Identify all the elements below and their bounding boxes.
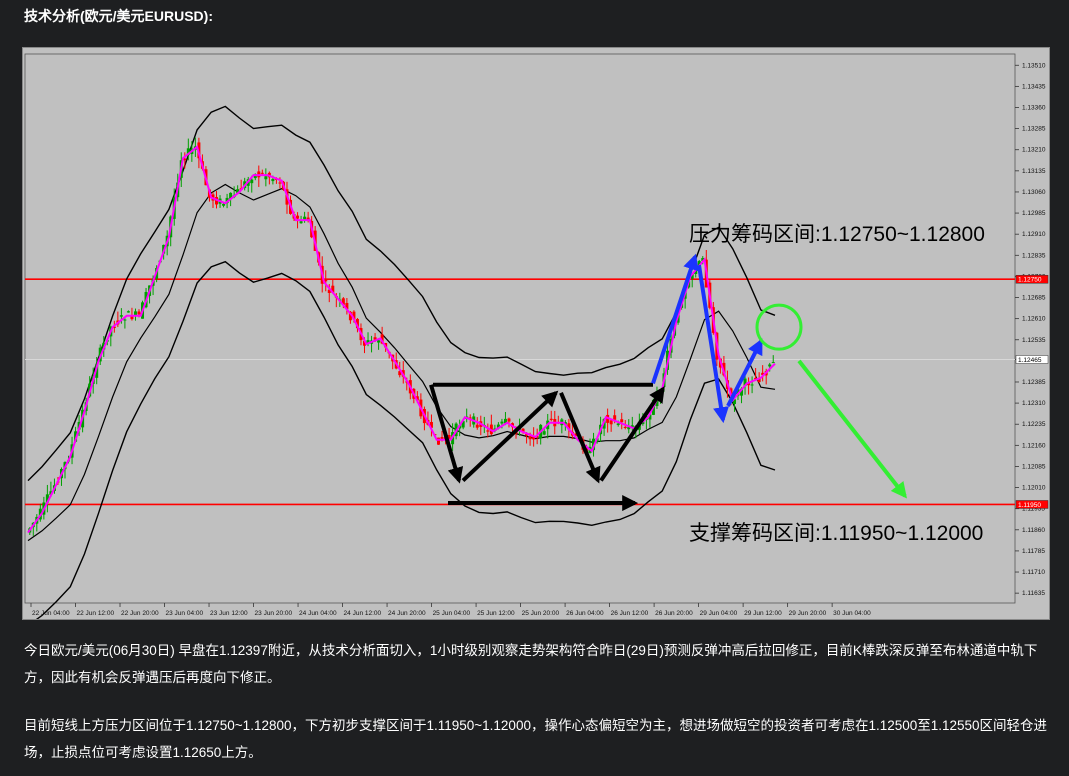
x-tick-label: 29 Jun 20:00	[789, 610, 827, 617]
candle-body	[609, 420, 613, 425]
y-tick-label: 1.12610	[1022, 316, 1046, 323]
candle-body	[623, 426, 627, 428]
candle-body	[260, 172, 264, 174]
candle-body	[264, 176, 268, 180]
y-tick-label: 1.11635	[1022, 590, 1045, 597]
candle-body	[768, 364, 772, 367]
candle-body	[750, 384, 754, 386]
y-tick-label: 1.12910	[1022, 231, 1046, 238]
candle-body	[123, 319, 127, 321]
x-tick-label: 24 Jun 04:00	[299, 610, 337, 617]
x-tick-label: 23 Jun 12:00	[210, 610, 248, 617]
candle-body	[126, 311, 130, 313]
candle-body	[620, 419, 624, 423]
y-tick-label: 1.12535	[1022, 337, 1046, 344]
candle-body	[119, 315, 123, 317]
chart-svg: 1.13510 1.13435 1.13360 1.13285 1.13210 1.131…	[24, 53, 1049, 619]
analysis-paragraph-2: 目前短线上方压力区间位于1.12750~1.12800，下方初步支撑区间于1.1…	[24, 718, 1048, 760]
y-tick-label: 1.11860	[1022, 527, 1045, 534]
plot-area	[24, 53, 1016, 604]
y-tick-label: 1.12160	[1022, 442, 1046, 449]
price-level-tag-label: 1.11950	[1018, 502, 1041, 509]
candle-body	[222, 203, 226, 206]
x-tick-label: 24 Jun 20:00	[388, 610, 426, 617]
candle-body	[250, 179, 254, 184]
y-tick-label: 1.11785	[1022, 548, 1045, 555]
y-tick-label: 1.13510	[1022, 62, 1046, 69]
candle-body	[377, 340, 381, 343]
article-heading: 技术分析(欧元/美元EURUSD):	[24, 8, 213, 24]
candle-body	[500, 421, 504, 424]
candle-body	[475, 424, 479, 428]
x-tick-label: 22 Jun 12:00	[77, 610, 115, 617]
support-annotation: 支撑筹码区间:1.11950~1.12000	[689, 522, 983, 545]
resistance-annotation: 压力筹码区间:1.12750~1.12800	[689, 223, 985, 246]
price-level-tag-label: 1.12465	[1018, 357, 1042, 364]
x-tick-label: 23 Jun 04:00	[166, 610, 204, 617]
x-tick-label: 25 Jun 20:00	[522, 610, 560, 617]
y-tick-label: 1.12685	[1022, 295, 1046, 302]
candle-body	[549, 418, 553, 420]
x-tick-label: 23 Jun 20:00	[255, 610, 293, 617]
x-tick-label: 26 Jun 20:00	[655, 610, 693, 617]
candle-body	[299, 221, 303, 224]
x-tick-label: 26 Jun 12:00	[611, 610, 649, 617]
candle-body	[613, 415, 617, 420]
candle-body	[271, 178, 275, 182]
candle-body	[771, 362, 775, 364]
x-tick-label: 29 Jun 04:00	[700, 610, 738, 617]
x-tick-label: 30 Jun 04:00	[833, 610, 871, 617]
candle-body	[528, 436, 532, 440]
analysis-paragraph-1: 今日欧元/美元(06月30日) 早盘在1.12397附近，从技术分析面切入，1小…	[24, 643, 1038, 685]
x-tick-label: 29 Jun 12:00	[744, 610, 782, 617]
y-tick-label: 1.12985	[1022, 210, 1046, 217]
x-tick-label: 22 Jun 20:00	[121, 610, 159, 617]
price-level-tag-label: 1.12750	[1018, 277, 1042, 284]
y-tick-label: 1.13060	[1022, 189, 1046, 196]
y-tick-label: 1.12385	[1022, 379, 1046, 386]
x-tick-label: 22 Jun 04:00	[32, 610, 70, 617]
y-tick-label: 1.13135	[1022, 168, 1046, 175]
y-tick-label: 1.13435	[1022, 83, 1046, 90]
y-tick-label: 1.12085	[1022, 463, 1046, 470]
candle-body	[486, 430, 490, 432]
candle-body	[137, 311, 141, 315]
candle-body	[542, 431, 546, 435]
y-tick-label: 1.13360	[1022, 104, 1046, 111]
y-tick-label: 1.12835	[1022, 252, 1046, 259]
x-tick-label: 25 Jun 12:00	[477, 610, 515, 617]
y-tick-label: 1.12310	[1022, 400, 1046, 407]
y-tick-label: 1.12010	[1022, 485, 1046, 492]
y-tick-label: 1.13285	[1022, 126, 1046, 133]
candle-body	[507, 418, 511, 422]
candle-body	[616, 423, 620, 426]
candle-body	[278, 182, 282, 184]
candle-body	[296, 215, 300, 219]
y-tick-label: 1.12235	[1022, 421, 1046, 428]
y-tick-label: 1.13210	[1022, 147, 1046, 154]
y-tick-label: 1.11710	[1022, 569, 1045, 576]
eurusd-chart: 1.13510 1.13435 1.13360 1.13285 1.13210 1.131…	[22, 47, 1050, 620]
x-tick-label: 24 Jun 12:00	[344, 610, 382, 617]
x-tick-label: 25 Jun 04:00	[433, 610, 471, 617]
x-tick-label: 26 Jun 04:00	[566, 610, 604, 617]
